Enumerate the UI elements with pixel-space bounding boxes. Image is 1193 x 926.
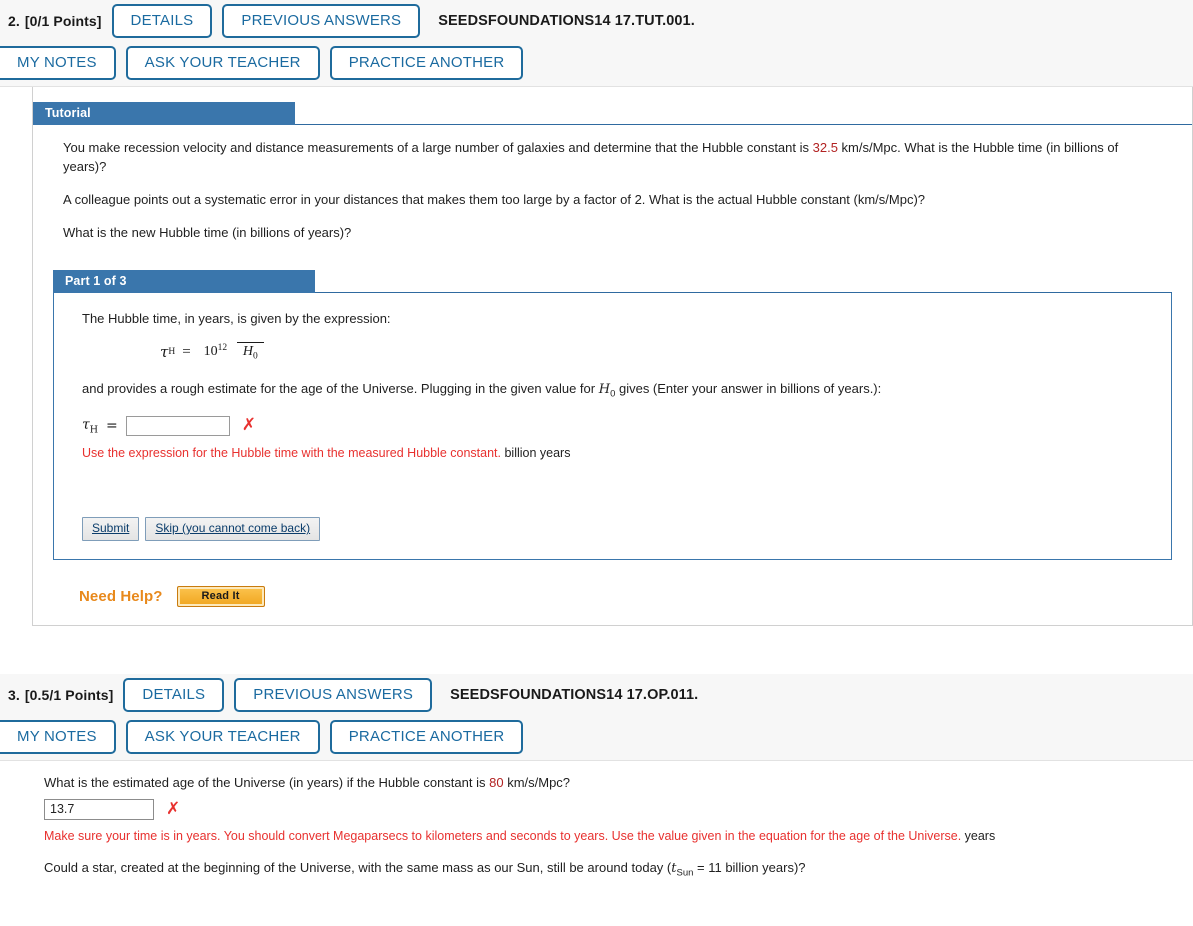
- formula-denominator-symbol: H: [242, 344, 254, 360]
- section-gap: [0, 626, 1193, 675]
- question-3-prompt-2: Could a star, created at the beginning o…: [44, 860, 1193, 878]
- q3-hubble-constant-value: 80: [489, 775, 504, 791]
- formula-denominator-subscript: 0: [253, 351, 258, 362]
- part-1-error-line: Use the expression for the Hubble time w…: [82, 445, 1145, 461]
- q3-prompt2-after: = 11 billion years)?: [693, 859, 806, 875]
- question-3-answer-input[interactable]: [44, 798, 154, 820]
- question-3-header: 3. [0.5/1 Points] DETAILS PREVIOUS ANSWER…: [0, 674, 1193, 762]
- part-1-caption: Part 1 of 3: [53, 270, 315, 294]
- part-1-body: The Hubble time, in years, is given by t…: [53, 293, 1172, 561]
- part-1-h-symbol: H: [598, 382, 611, 398]
- details-button-q2[interactable]: DETAILS: [111, 4, 213, 38]
- tutorial-caption-row: Tutorial: [33, 102, 1192, 125]
- question-3-prompt-1: What is the estimated age of the Univers…: [44, 773, 1193, 793]
- red-x-icon: ✗: [166, 798, 181, 819]
- tutorial-hubble-constant-value: 32.5: [812, 140, 838, 155]
- question-2-number-points: 2. [0/1 Points]: [8, 13, 102, 29]
- my-notes-button-q3[interactable]: MY NOTES: [0, 720, 116, 755]
- part-1-buttons: Submit Skip (you cannot come back): [82, 517, 1145, 542]
- part-1-caption-rule: [315, 292, 1172, 294]
- details-button-q3[interactable]: DETAILS: [123, 678, 225, 713]
- part-1-after-formula-text: and provides a rough estimate for the ag…: [82, 379, 1145, 402]
- question-3-title: SEEDSFOUNDATIONS14 17.OP.011.: [450, 687, 699, 704]
- practice-another-button-q2[interactable]: PRACTICE ANOTHER: [329, 46, 524, 80]
- tutorial-caption-rule: [295, 124, 1192, 125]
- tutorial-paragraph-2: A colleague points out a systematic erro…: [63, 191, 926, 207]
- formula-fraction: 1012 H0: [198, 342, 264, 362]
- my-notes-button-q2[interactable]: MY NOTES: [0, 46, 116, 80]
- formula-numerator-base: 10: [203, 344, 218, 360]
- part-1-error-message: Use the expression for the Hubble time w…: [82, 445, 501, 460]
- skip-button[interactable]: Skip (you cannot come back): [145, 517, 321, 542]
- tutorial-caption: Tutorial: [33, 102, 295, 125]
- formula-equals: =: [182, 343, 191, 360]
- part-1-answer-label: τH: [82, 417, 98, 435]
- q3-t-subscript: Sun: [676, 867, 694, 879]
- question-2-header-row-secondary: MY NOTES ASK YOUR TEACHER PRACTICE ANOTH…: [0, 42, 1193, 80]
- question-3-number-points: 3. [0.5/1 Points]: [8, 687, 113, 703]
- formula-numerator-exponent: 12: [217, 342, 228, 353]
- part-1-answer-input[interactable]: [125, 415, 230, 436]
- q3-prompt2-before: Could a star, created at the beginning o…: [44, 859, 672, 875]
- question-3-points: [0.5/1 Points]: [24, 687, 114, 704]
- ask-your-teacher-button-q3[interactable]: ASK YOUR TEACHER: [125, 720, 320, 755]
- question-3-number: 3.: [8, 687, 20, 704]
- part-1-intro: The Hubble time, in years, is given by t…: [82, 311, 391, 327]
- question-2-title: SEEDSFOUNDATIONS14 17.TUT.001.: [438, 13, 695, 29]
- part-1-answer-equals: =: [106, 417, 118, 434]
- tutorial-paragraph-1: You make recession velocity and distance…: [63, 139, 1143, 177]
- tutorial-body: You make recession velocity and distance…: [33, 125, 1192, 246]
- ask-your-teacher-button-q2[interactable]: ASK YOUR TEACHER: [125, 46, 320, 80]
- q3-prompt1-after: km/s/Mpc?: [503, 775, 571, 791]
- part-1-answer-tau: τ: [82, 416, 90, 433]
- part-1-caption-row: Part 1 of 3: [53, 270, 1172, 294]
- question-3-header-row-primary: 3. [0.5/1 Points] DETAILS PREVIOUS ANSWER…: [0, 674, 1193, 713]
- question-2-header-row-primary: 2. [0/1 Points] DETAILS PREVIOUS ANSWERS …: [0, 0, 1193, 38]
- previous-answers-button-q3[interactable]: PREVIOUS ANSWERS: [234, 678, 433, 713]
- formula-denominator: H0: [236, 342, 264, 362]
- hubble-time-formula: τH = 1012 H0: [160, 342, 264, 362]
- question-3-unit: years: [964, 828, 996, 843]
- formula-tau-subscript: H: [168, 347, 176, 358]
- part-1-after-before: and provides a rough estimate for the ag…: [82, 381, 599, 397]
- part-1-answer-row: τH = ✗: [82, 415, 1145, 436]
- need-help-section: Need Help? Read It: [79, 586, 1192, 608]
- read-it-button[interactable]: Read It: [176, 586, 265, 608]
- tutorial-p1-before: You make recession velocity and distance…: [63, 140, 813, 155]
- question-3-header-row-secondary: MY NOTES ASK YOUR TEACHER PRACTICE ANOTH…: [0, 716, 1193, 755]
- tutorial-container: Tutorial You make recession velocity and…: [32, 87, 1193, 627]
- q3-prompt1-before: What is the estimated age of the Univers…: [44, 775, 490, 791]
- question-2-number: 2.: [8, 13, 20, 29]
- practice-another-button-q3[interactable]: PRACTICE ANOTHER: [329, 720, 524, 755]
- formula-tau-symbol: τ: [160, 343, 169, 362]
- need-help-label: Need Help?: [79, 588, 163, 606]
- part-1-after-rest: gives (Enter your answer in billions of …: [615, 381, 882, 397]
- question-2-points: [0/1 Points]: [24, 13, 102, 29]
- part-1-section: Part 1 of 3 The Hubble time, in years, i…: [53, 270, 1172, 561]
- part-1-unit: billion years: [504, 445, 571, 460]
- exercise-page: 2. [0/1 Points] DETAILS PREVIOUS ANSWERS …: [0, 0, 1193, 926]
- question-3-error-line: Make sure your time is in years. You sho…: [44, 828, 1193, 844]
- question-2-header: 2. [0/1 Points] DETAILS PREVIOUS ANSWERS …: [0, 0, 1193, 87]
- previous-answers-button-q2[interactable]: PREVIOUS ANSWERS: [222, 4, 421, 38]
- question-3-answer-row: ✗: [44, 798, 1193, 820]
- question-3-error-message: Make sure your time is in years. You sho…: [44, 828, 962, 843]
- submit-button[interactable]: Submit: [82, 517, 140, 542]
- question-3-body: What is the estimated age of the Univers…: [0, 761, 1193, 878]
- formula-numerator: 1012: [198, 342, 234, 360]
- red-x-icon: ✗: [241, 415, 257, 436]
- tutorial-paragraph-3: What is the new Hubble time (in billions…: [63, 224, 352, 240]
- part-1-answer-tau-subscript: H: [89, 424, 99, 436]
